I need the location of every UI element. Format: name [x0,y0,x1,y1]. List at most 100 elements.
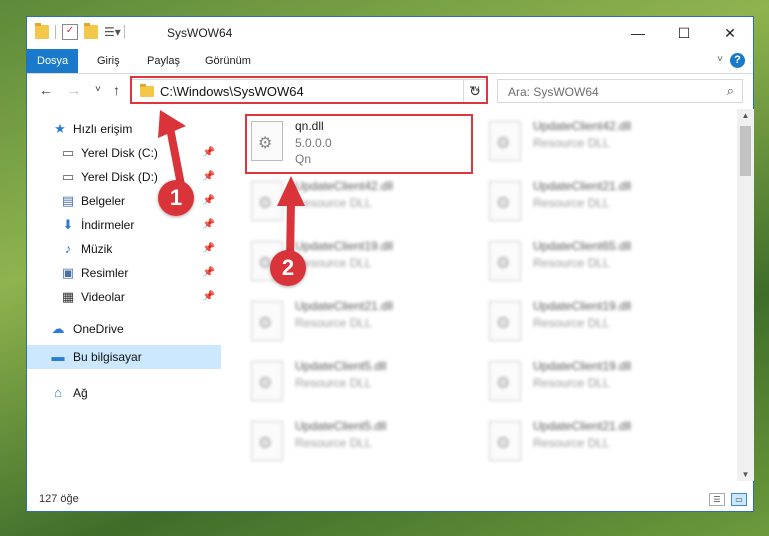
tab-view[interactable]: Görünüm [195,49,261,73]
dll-file-icon: ⚙ [251,421,283,461]
quick-access-toolbar: ✓ ☰▾ [35,23,125,40]
vertical-scrollbar[interactable]: ▲ ▼ [737,109,754,481]
document-icon: ▤ [61,193,75,208]
file-description: Resource DLL [533,436,610,450]
dll-file-icon: ⚙ [489,241,521,281]
file-description: Resource DLL [533,256,610,270]
dll-file-icon: ⚙ [489,121,521,161]
file-description: Resource DLL [533,316,610,330]
file-tile[interactable]: ⚙ UpdateClient21.dll Resource DLL [247,295,483,351]
scroll-down-icon[interactable]: ▼ [737,470,754,479]
step-2-badge: 2 [270,250,306,286]
file-tile[interactable]: ⚙ UpdateClient65.dll Resource DLL [485,235,721,291]
maximize-button[interactable]: ☐ [661,17,707,49]
help-icon[interactable]: ? [730,53,745,68]
sidebar-item-this-pc[interactable]: ▬ Bu bilgisayar [27,345,221,369]
sidebar-item-music[interactable]: ♪ Müzik 📌 [27,237,221,261]
pin-icon: 📌 [202,267,215,278]
gear-icon: ⚙ [258,195,273,212]
dll-file-icon: ⚙ [251,181,283,221]
file-description: Resource DLL [295,376,372,390]
customize-toolbar-icon[interactable]: ☰▾ [104,25,121,39]
new-folder-icon[interactable] [84,23,98,39]
sidebar-item-videos[interactable]: ▦ Videolar 📌 [27,285,221,309]
recent-locations-button[interactable]: ˅ [95,84,101,95]
sidebar-item-pictures[interactable]: ▣ Resimler 📌 [27,261,221,285]
sidebar-item-label: OneDrive [73,322,124,336]
sidebar-item-label: Ağ [73,386,88,400]
item-count: 127 öğe [39,493,79,505]
forward-button[interactable]: → [67,82,81,98]
gear-icon: ⚙ [496,135,511,152]
tab-file[interactable]: Dosya [27,49,79,73]
divider [55,25,56,39]
title-bar: ✓ ☰▾ SysWOW64 — ☐ ✕ [27,17,753,49]
music-icon: ♪ [64,241,72,256]
sidebar-item-label: Belgeler [81,194,126,208]
sidebar-item-onedrive[interactable]: ☁ OneDrive [27,317,221,341]
minimize-button[interactable]: — [615,17,661,49]
chevron-down-icon[interactable]: ˅ [717,54,723,65]
file-name: UpdateClient5.dll [295,359,387,373]
tiles-view-button[interactable]: ▭ [731,493,747,506]
sidebar-item-label: Müzik [81,242,113,256]
pin-icon: 📌 [202,219,215,230]
search-icon[interactable]: ⌕ [727,83,734,99]
gear-icon: ⚙ [258,435,273,452]
step-1-badge: 1 [158,180,194,216]
file-tile[interactable]: ⚙ UpdateClient19.dll Resource DLL [485,355,721,411]
sidebar-item-label: Yerel Disk (D:) [81,170,158,184]
folder-icon [35,23,49,39]
divider [124,25,125,39]
sidebar-item-quick-access[interactable]: ★ Hızlı erişim [27,117,221,141]
gear-icon: ⚙ [258,315,273,332]
up-button[interactable]: ↑ [113,82,120,98]
scrollbar-thumb[interactable] [740,126,751,176]
dll-file-icon: ⚙ [251,361,283,401]
file-name: UpdateClient21.dll [295,299,394,313]
dll-file-icon: ⚙ [489,421,521,461]
file-tile[interactable]: ⚙ UpdateClient42.dll Resource DLL [485,115,721,171]
tab-home[interactable]: Giriş [87,49,130,73]
dll-file-icon: ⚙ [251,301,283,341]
tab-share[interactable]: Paylaş [137,49,190,73]
file-name: UpdateClient19.dll [533,359,632,373]
sidebar-item-label: Resimler [81,266,129,280]
file-tile[interactable]: ⚙ UpdateClient5.dll Resource DLL [247,355,483,411]
window-title: SysWOW64 [167,26,233,40]
search-input[interactable]: Ara: SysWOW64 ⌕ [497,79,743,103]
dll-file-icon: ⚙ [489,361,521,401]
file-name: UpdateClient42.dll [295,179,394,193]
pin-icon: 📌 [202,147,215,158]
gear-icon: ⚙ [496,375,511,392]
search-placeholder: Ara: SysWOW64 [508,85,599,99]
dll-file-icon: ⚙ [489,301,521,341]
details-view-button[interactable]: ☰ [709,493,725,506]
sidebar-item-local-disk-c[interactable]: ▭ Yerel Disk (C:) 📌 [27,141,221,165]
sidebar-item-local-disk-d[interactable]: ▭ Yerel Disk (D:) 📌 [27,165,221,189]
file-name: UpdateClient42.dll [533,119,632,133]
file-name: UpdateClient65.dll [533,239,632,253]
drive-icon: ▭ [61,145,75,160]
close-button[interactable]: ✕ [707,17,753,49]
navigation-pane: ★ Hızlı erişim ▭ Yerel Disk (C:) 📌 ▭ Yer… [27,109,221,481]
file-tile[interactable]: ⚙ UpdateClient42.dll Resource DLL [247,175,483,231]
file-tile[interactable]: ⚙ UpdateClient5.dll Resource DLL [247,415,483,471]
sidebar-item-label: Yerel Disk (C:) [81,146,158,160]
file-tile[interactable]: ⚙ UpdateClient21.dll Resource DLL [485,415,721,471]
pin-icon: 📌 [202,171,215,182]
gear-icon: ⚙ [496,195,511,212]
properties-check-icon[interactable]: ✓ [62,24,78,40]
file-tile[interactable]: ⚙ UpdateClient21.dll Resource DLL [485,175,721,231]
file-name: UpdateClient19.dll [295,239,394,253]
scroll-up-icon[interactable]: ▲ [737,111,754,120]
back-button[interactable]: ← [39,82,53,98]
sidebar-item-downloads[interactable]: ⬇ İndirmeler 📌 [27,213,221,237]
sidebar-item-label: Videolar [81,290,125,304]
sidebar-item-network[interactable]: ⌂ Ağ [27,381,221,405]
file-name: UpdateClient5.dll [295,419,387,433]
pictures-icon: ▣ [61,265,75,280]
gear-icon: ⚙ [496,255,511,272]
sidebar-item-label: Hızlı erişim [73,122,133,136]
file-tile[interactable]: ⚙ UpdateClient19.dll Resource DLL [485,295,721,351]
